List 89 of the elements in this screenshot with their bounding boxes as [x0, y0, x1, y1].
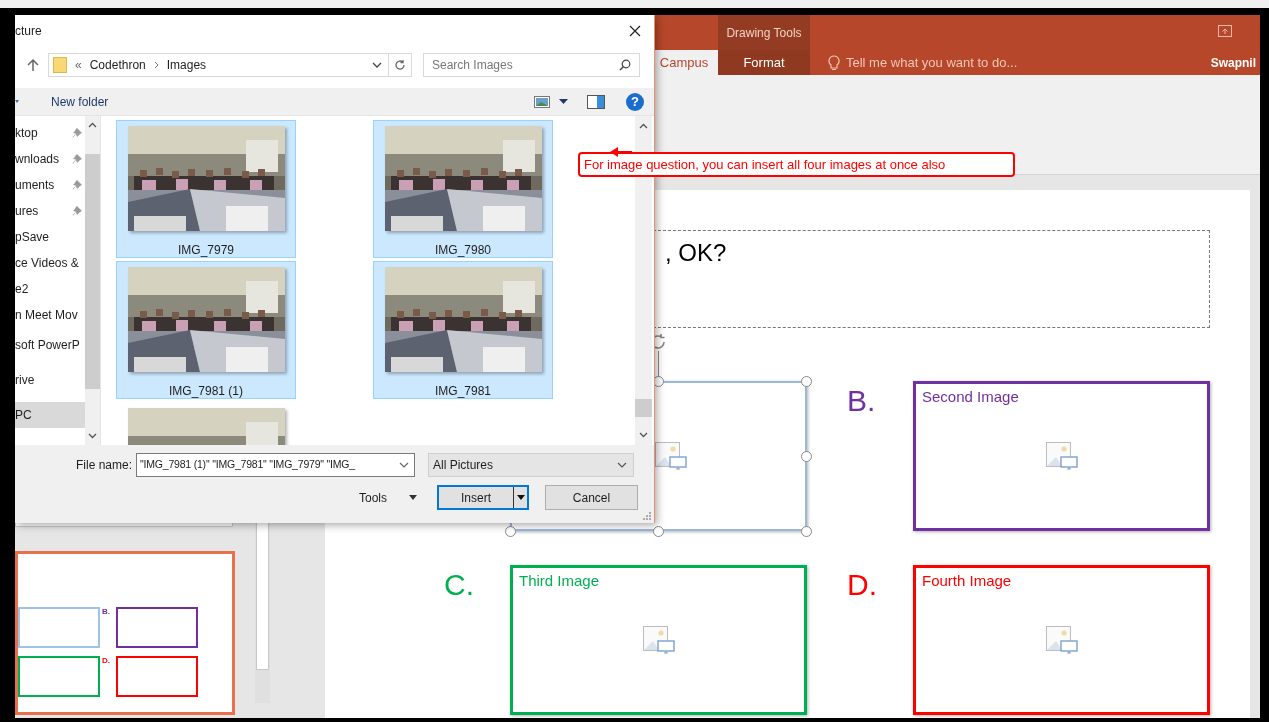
dialog-title: cture: [15, 23, 42, 40]
question-text: , OK?: [665, 239, 727, 266]
user-name[interactable]: Swapnil: [1210, 53, 1256, 72]
nav-item[interactable]: wnloads: [15, 146, 85, 172]
pointer-arrow: [610, 146, 632, 158]
picture-placeholder-icon: [1045, 626, 1078, 654]
resize-handle[interactable]: [653, 526, 664, 537]
file-tile[interactable]: IMG_7980: [373, 120, 553, 258]
option-letter: B.: [102, 608, 110, 616]
breadcrumb-item[interactable]: Codethron: [89, 56, 146, 74]
option-caption: Second Image: [922, 387, 1019, 407]
file-type-dropdown[interactable]: All Pictures: [428, 453, 634, 477]
scroll-thumb[interactable]: [635, 399, 652, 417]
pin-icon: [72, 128, 82, 138]
nav-item[interactable]: ures: [15, 198, 85, 224]
path-overflow[interactable]: «: [75, 56, 82, 74]
picture-placeholder-icon: [642, 626, 675, 654]
pin-icon: [72, 180, 82, 190]
option-letter: D.: [102, 657, 110, 665]
scroll-up-icon[interactable]: [88, 122, 97, 128]
resize-grip-icon[interactable]: [643, 512, 651, 520]
search-icon: [619, 59, 631, 71]
chevron-down-icon[interactable]: [372, 62, 382, 68]
option-letter: B.: [847, 386, 876, 416]
file-name-field[interactable]: "IMG_7981 (1)" "IMG_7981" "IMG_7979" "IMG_: [136, 453, 415, 477]
tell-me-search[interactable]: Tell me what you want to do...: [846, 52, 1018, 73]
contextual-tab-group: Drawing Tools: [718, 15, 810, 50]
file-name: IMG_7980: [434, 242, 491, 259]
chevron-right-icon[interactable]: [153, 61, 159, 69]
search-field[interactable]: Search Images: [423, 53, 640, 77]
close-icon: [629, 25, 641, 37]
resize-handle[interactable]: [801, 526, 812, 537]
slide-thumbnail[interactable]: B. D.: [15, 551, 235, 715]
search-placeholder: Search Images: [431, 57, 513, 74]
breadcrumb-item[interactable]: Images: [166, 56, 207, 74]
tools-button[interactable]: Tools: [355, 485, 421, 510]
lightbulb-icon: [828, 54, 840, 71]
annotation-callout: For image question, you can insert all four images at once also: [578, 152, 1015, 177]
nav-item[interactable]: PC: [15, 401, 85, 428]
caret-icon[interactable]: [559, 99, 568, 104]
file-type-value: All Pictures: [432, 457, 494, 474]
scrollbar[interactable]: [85, 116, 100, 445]
refresh-icon: [394, 59, 406, 71]
file-tile[interactable]: IMG_7981 (1): [116, 261, 296, 399]
chevron-down-icon: [617, 462, 627, 468]
new-folder-button[interactable]: New folder: [51, 92, 109, 111]
scroll-down-icon[interactable]: [639, 432, 648, 438]
caret-icon[interactable]: [409, 495, 417, 500]
nav-item[interactable]: ktop: [15, 120, 85, 146]
image-option-box[interactable]: Fourth Image: [913, 565, 1210, 715]
file-name-label: File name:: [74, 457, 132, 474]
nav-item[interactable]: rive: [15, 366, 85, 393]
option-letter: C.: [444, 570, 474, 600]
ribbon-display-icon[interactable]: [1218, 25, 1232, 37]
option-caption: Fourth Image: [922, 571, 1012, 591]
file-name: IMG_7981 (1): [168, 383, 243, 400]
nav-item[interactable]: n Meet Mov: [15, 301, 85, 328]
scroll-down-icon[interactable]: [88, 433, 97, 439]
ribbon-tab[interactable]: Format: [718, 50, 810, 75]
nav-item[interactable]: pSave: [15, 224, 85, 250]
option-caption: Third Image: [519, 571, 600, 591]
help-button[interactable]: ?: [626, 92, 644, 111]
scroll-up-icon[interactable]: [639, 123, 648, 129]
file-name: IMG_7979: [177, 242, 234, 259]
folder-icon: [53, 57, 67, 73]
file-name-value: "IMG_7981 (1)" "IMG_7981" "IMG_7979" "IMG_: [139, 457, 355, 473]
nav-item[interactable]: e2: [15, 275, 85, 302]
insert-button[interactable]: Insert: [437, 485, 529, 510]
nav-item[interactable]: uments: [15, 172, 85, 198]
picture-placeholder-icon: [1045, 442, 1078, 470]
resize-handle[interactable]: [505, 526, 516, 537]
file-name: IMG_7981: [434, 383, 491, 400]
scroll-thumb[interactable]: [85, 154, 100, 389]
image-option-box[interactable]: Second Image: [913, 381, 1210, 531]
preview-pane-icon[interactable]: [587, 94, 605, 109]
chevron-down-icon: [399, 462, 409, 468]
caret-icon: [516, 495, 525, 500]
resize-handle[interactable]: [801, 376, 812, 387]
address-bar[interactable]: « Codethron Images: [48, 53, 412, 77]
cancel-button[interactable]: Cancel: [545, 485, 638, 510]
resize-handle[interactable]: [801, 451, 812, 462]
nav-item[interactable]: ce Videos &: [15, 250, 85, 276]
option-letter: D.: [847, 570, 877, 600]
nav-item[interactable]: soft PowerP: [15, 332, 85, 358]
view-icon[interactable]: [534, 95, 550, 108]
pin-icon: [72, 154, 82, 164]
file-tile[interactable]: IMG_7981: [373, 261, 553, 399]
pin-icon: [72, 206, 82, 216]
file-tile[interactable]: IMG_7979: [116, 120, 296, 258]
